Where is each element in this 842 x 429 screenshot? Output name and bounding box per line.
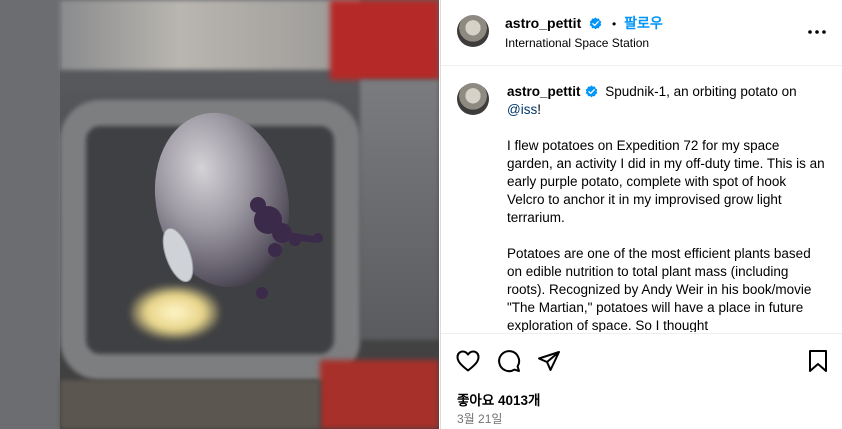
follow-button[interactable]: 팔로우 xyxy=(624,15,663,31)
heart-icon xyxy=(456,350,480,372)
bg-bottom-red xyxy=(320,360,439,429)
bg-bottom-floor xyxy=(60,380,320,429)
comment-button[interactable] xyxy=(496,348,522,374)
bg-left-panel xyxy=(0,0,60,429)
location-link[interactable]: International Space Station xyxy=(505,36,649,50)
bookmark-icon xyxy=(809,350,827,372)
verified-badge-icon xyxy=(585,85,597,98)
avatar[interactable] xyxy=(457,15,489,47)
caption-intro: Spudnik-1, an orbiting potato on xyxy=(605,84,797,99)
username-link[interactable]: astro_pettit xyxy=(505,15,581,31)
post-photo[interactable] xyxy=(0,0,439,429)
caption-username-link[interactable]: astro_pettit xyxy=(507,84,581,99)
more-options-button[interactable] xyxy=(805,20,829,44)
mention-link[interactable]: @iss xyxy=(507,102,537,117)
caption-avatar[interactable] xyxy=(457,83,489,115)
post-header: astro_pettit • 팔로우 International Space S… xyxy=(441,0,842,66)
caption-intro-end: ! xyxy=(537,102,541,117)
like-button[interactable] xyxy=(455,348,481,374)
post-side-panel: astro_pettit • 팔로우 International Space S… xyxy=(440,0,842,429)
bg-right-wall xyxy=(360,80,439,340)
caption-text: astro_pettit Spudnik-1, an orbiting pota… xyxy=(507,83,827,332)
likes-count[interactable]: 좋아요 4013개 xyxy=(457,389,540,409)
caption-area: astro_pettit Spudnik-1, an orbiting pota… xyxy=(441,67,842,332)
send-icon xyxy=(538,351,560,371)
save-button[interactable] xyxy=(805,348,831,374)
potato-illustration xyxy=(154,112,323,299)
post-date[interactable]: 3월 21일 xyxy=(457,410,502,427)
header-user-line: astro_pettit • 팔로우 xyxy=(505,13,663,33)
separator-dot: • xyxy=(612,17,617,31)
verified-badge-icon xyxy=(589,17,602,30)
comment-icon xyxy=(498,350,521,373)
bg-top-equipment xyxy=(60,0,360,70)
caption-paragraph: I flew potatoes on Expedition 72 for my … xyxy=(507,138,825,225)
share-button[interactable] xyxy=(536,348,562,374)
bg-red-bag xyxy=(330,0,439,80)
actions-bar: 좋아요 4013개 3월 21일 xyxy=(441,333,842,429)
more-options-icon xyxy=(808,30,826,34)
caption-paragraph: Potatoes are one of the most efficient p… xyxy=(507,246,812,332)
caption-first-line: astro_pettit Spudnik-1, an orbiting pota… xyxy=(507,83,827,119)
